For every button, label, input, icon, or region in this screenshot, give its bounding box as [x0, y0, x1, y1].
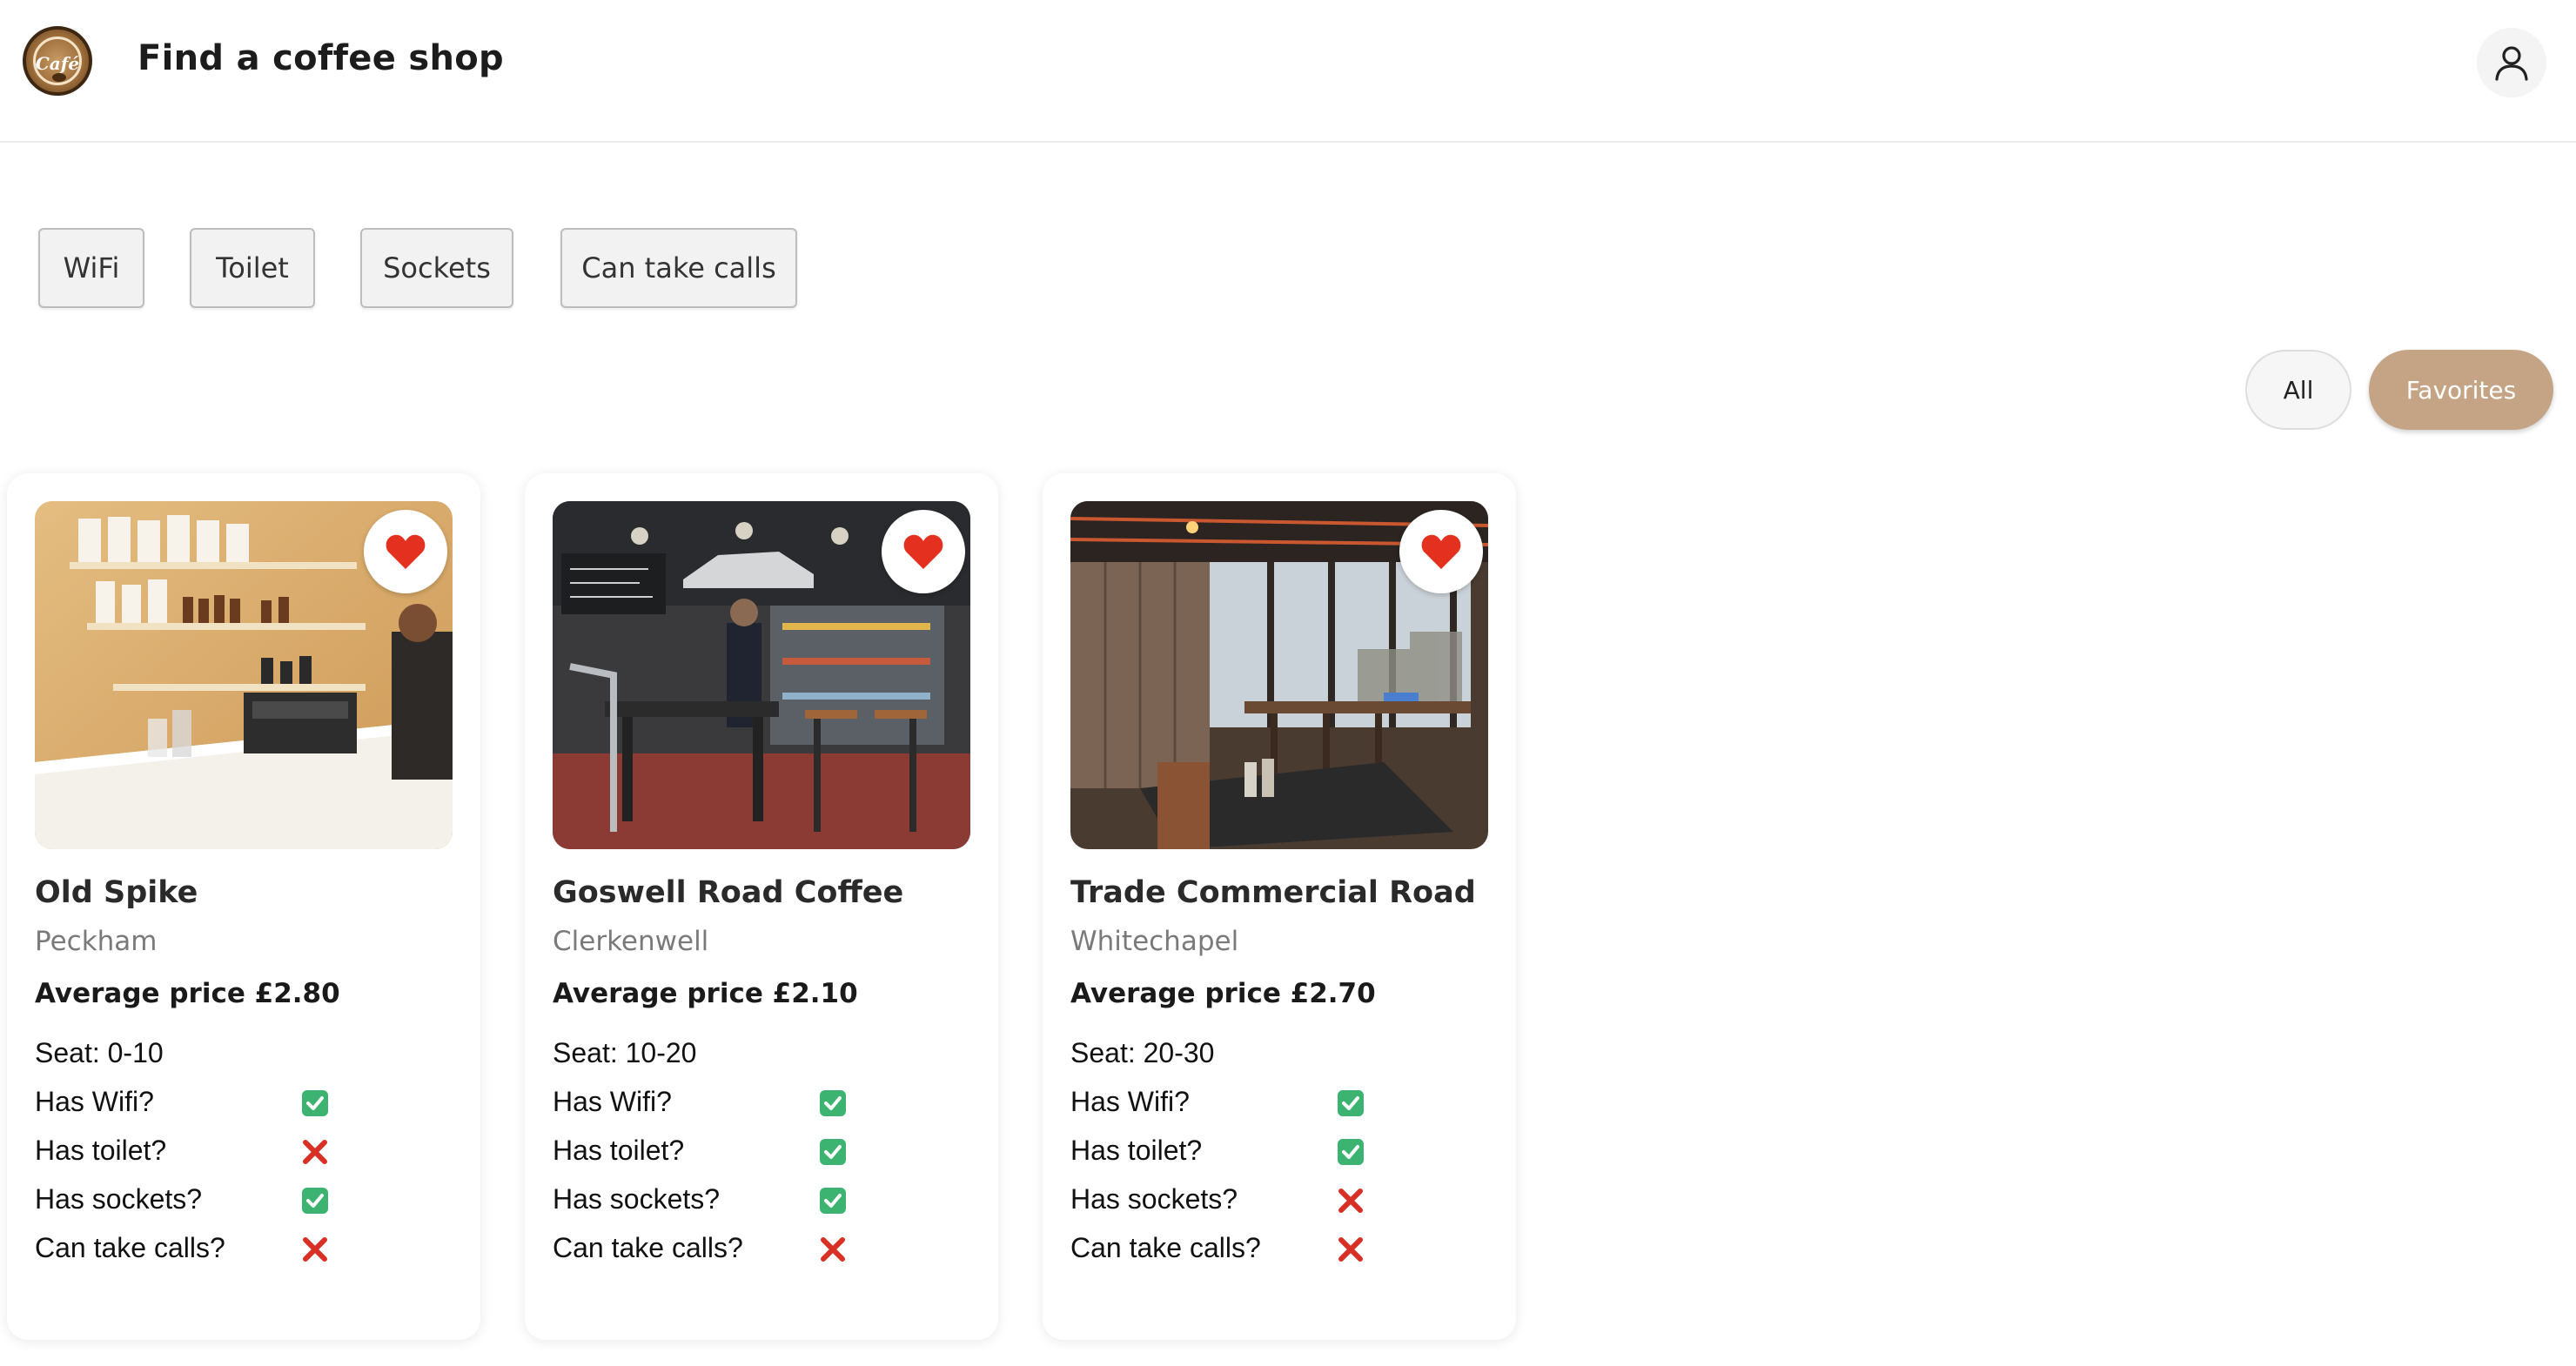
feature-label: Has Wifi? — [553, 1086, 672, 1117]
cross-icon — [1337, 1187, 1365, 1215]
view-favorites-button[interactable]: Favorites — [2369, 350, 2553, 430]
feature-calls: Can take calls? — [1070, 1230, 1419, 1272]
filter-toilet-button[interactable]: Toilet — [190, 228, 315, 308]
coffee-shop-card[interactable]: Goswell Road Coffee Clerkenwell Average … — [525, 473, 998, 1340]
check-icon — [819, 1187, 847, 1215]
coffee-bean-icon — [52, 73, 66, 82]
check-icon — [301, 1187, 329, 1215]
cross-icon — [819, 1235, 847, 1263]
seat-range: Seat: 0-10 — [35, 1037, 164, 1068]
filter-wifi-button[interactable]: WiFi — [38, 228, 144, 308]
heart-icon — [903, 534, 943, 569]
app-header: Café Find a coffee shop — [0, 0, 2576, 143]
feature-label: Can take calls? — [35, 1232, 225, 1263]
feature-toilet: Has toilet? — [1070, 1133, 1419, 1175]
shop-name: Trade Commercial Road — [1070, 875, 1476, 910]
average-price: Average price £2.70 — [1070, 978, 1376, 1009]
shop-area: Clerkenwell — [553, 926, 709, 957]
check-icon — [1337, 1089, 1365, 1117]
feature-label: Has toilet? — [35, 1135, 167, 1166]
average-price: Average price £2.10 — [553, 978, 858, 1009]
shop-name: Old Spike — [35, 875, 198, 910]
user-icon — [2495, 46, 2528, 81]
feature-calls: Can take calls? — [553, 1230, 901, 1272]
feature-label: Has Wifi? — [1070, 1086, 1190, 1117]
filter-calls-button[interactable]: Can take calls — [560, 228, 797, 308]
feature-sockets: Has sockets? — [35, 1182, 383, 1223]
page-title: Find a coffee shop — [138, 38, 504, 78]
feature-label: Has toilet? — [1070, 1135, 1203, 1166]
feature-sockets: Has sockets? — [553, 1182, 901, 1223]
cross-icon — [301, 1235, 329, 1263]
view-all-button[interactable]: All — [2245, 350, 2351, 430]
check-icon — [819, 1138, 847, 1166]
feature-sockets: Has sockets? — [1070, 1182, 1419, 1223]
feature-label: Can take calls? — [1070, 1232, 1261, 1263]
feature-toilet: Has toilet? — [35, 1133, 383, 1175]
check-icon — [301, 1089, 329, 1117]
feature-label: Has toilet? — [553, 1135, 685, 1166]
shop-area: Whitechapel — [1070, 926, 1239, 957]
cafe-logo[interactable]: Café — [23, 26, 92, 96]
feature-wifi: Has Wifi? — [35, 1084, 383, 1126]
favorite-button[interactable] — [1399, 510, 1483, 593]
heart-icon — [1421, 534, 1461, 569]
feature-label: Has Wifi? — [35, 1086, 154, 1117]
favorite-button[interactable] — [364, 510, 447, 593]
logo-text: Café — [35, 53, 80, 74]
coffee-shop-card[interactable]: Old Spike Peckham Average price £2.80 Se… — [7, 473, 480, 1340]
feature-toilet: Has toilet? — [553, 1133, 901, 1175]
coffee-shop-card[interactable]: Trade Commercial Road Whitechapel Averag… — [1043, 473, 1516, 1340]
seat-range: Seat: 10-20 — [553, 1037, 697, 1068]
feature-label: Has sockets? — [35, 1183, 203, 1215]
feature-label: Can take calls? — [553, 1232, 743, 1263]
feature-label: Has sockets? — [553, 1183, 721, 1215]
favorite-button[interactable] — [882, 510, 965, 593]
feature-wifi: Has Wifi? — [553, 1084, 901, 1126]
check-icon — [819, 1089, 847, 1117]
profile-button[interactable] — [2477, 28, 2546, 97]
cross-icon — [301, 1138, 329, 1166]
feature-calls: Can take calls? — [35, 1230, 383, 1272]
feature-label: Has sockets? — [1070, 1183, 1238, 1215]
filter-sockets-button[interactable]: Sockets — [360, 228, 513, 308]
check-icon — [1337, 1138, 1365, 1166]
feature-wifi: Has Wifi? — [1070, 1084, 1419, 1126]
seat-range: Seat: 20-30 — [1070, 1037, 1215, 1068]
shop-area: Peckham — [35, 926, 158, 957]
shop-name: Goswell Road Coffee — [553, 875, 904, 910]
heart-icon — [386, 534, 426, 569]
cross-icon — [1337, 1235, 1365, 1263]
average-price: Average price £2.80 — [35, 978, 340, 1009]
